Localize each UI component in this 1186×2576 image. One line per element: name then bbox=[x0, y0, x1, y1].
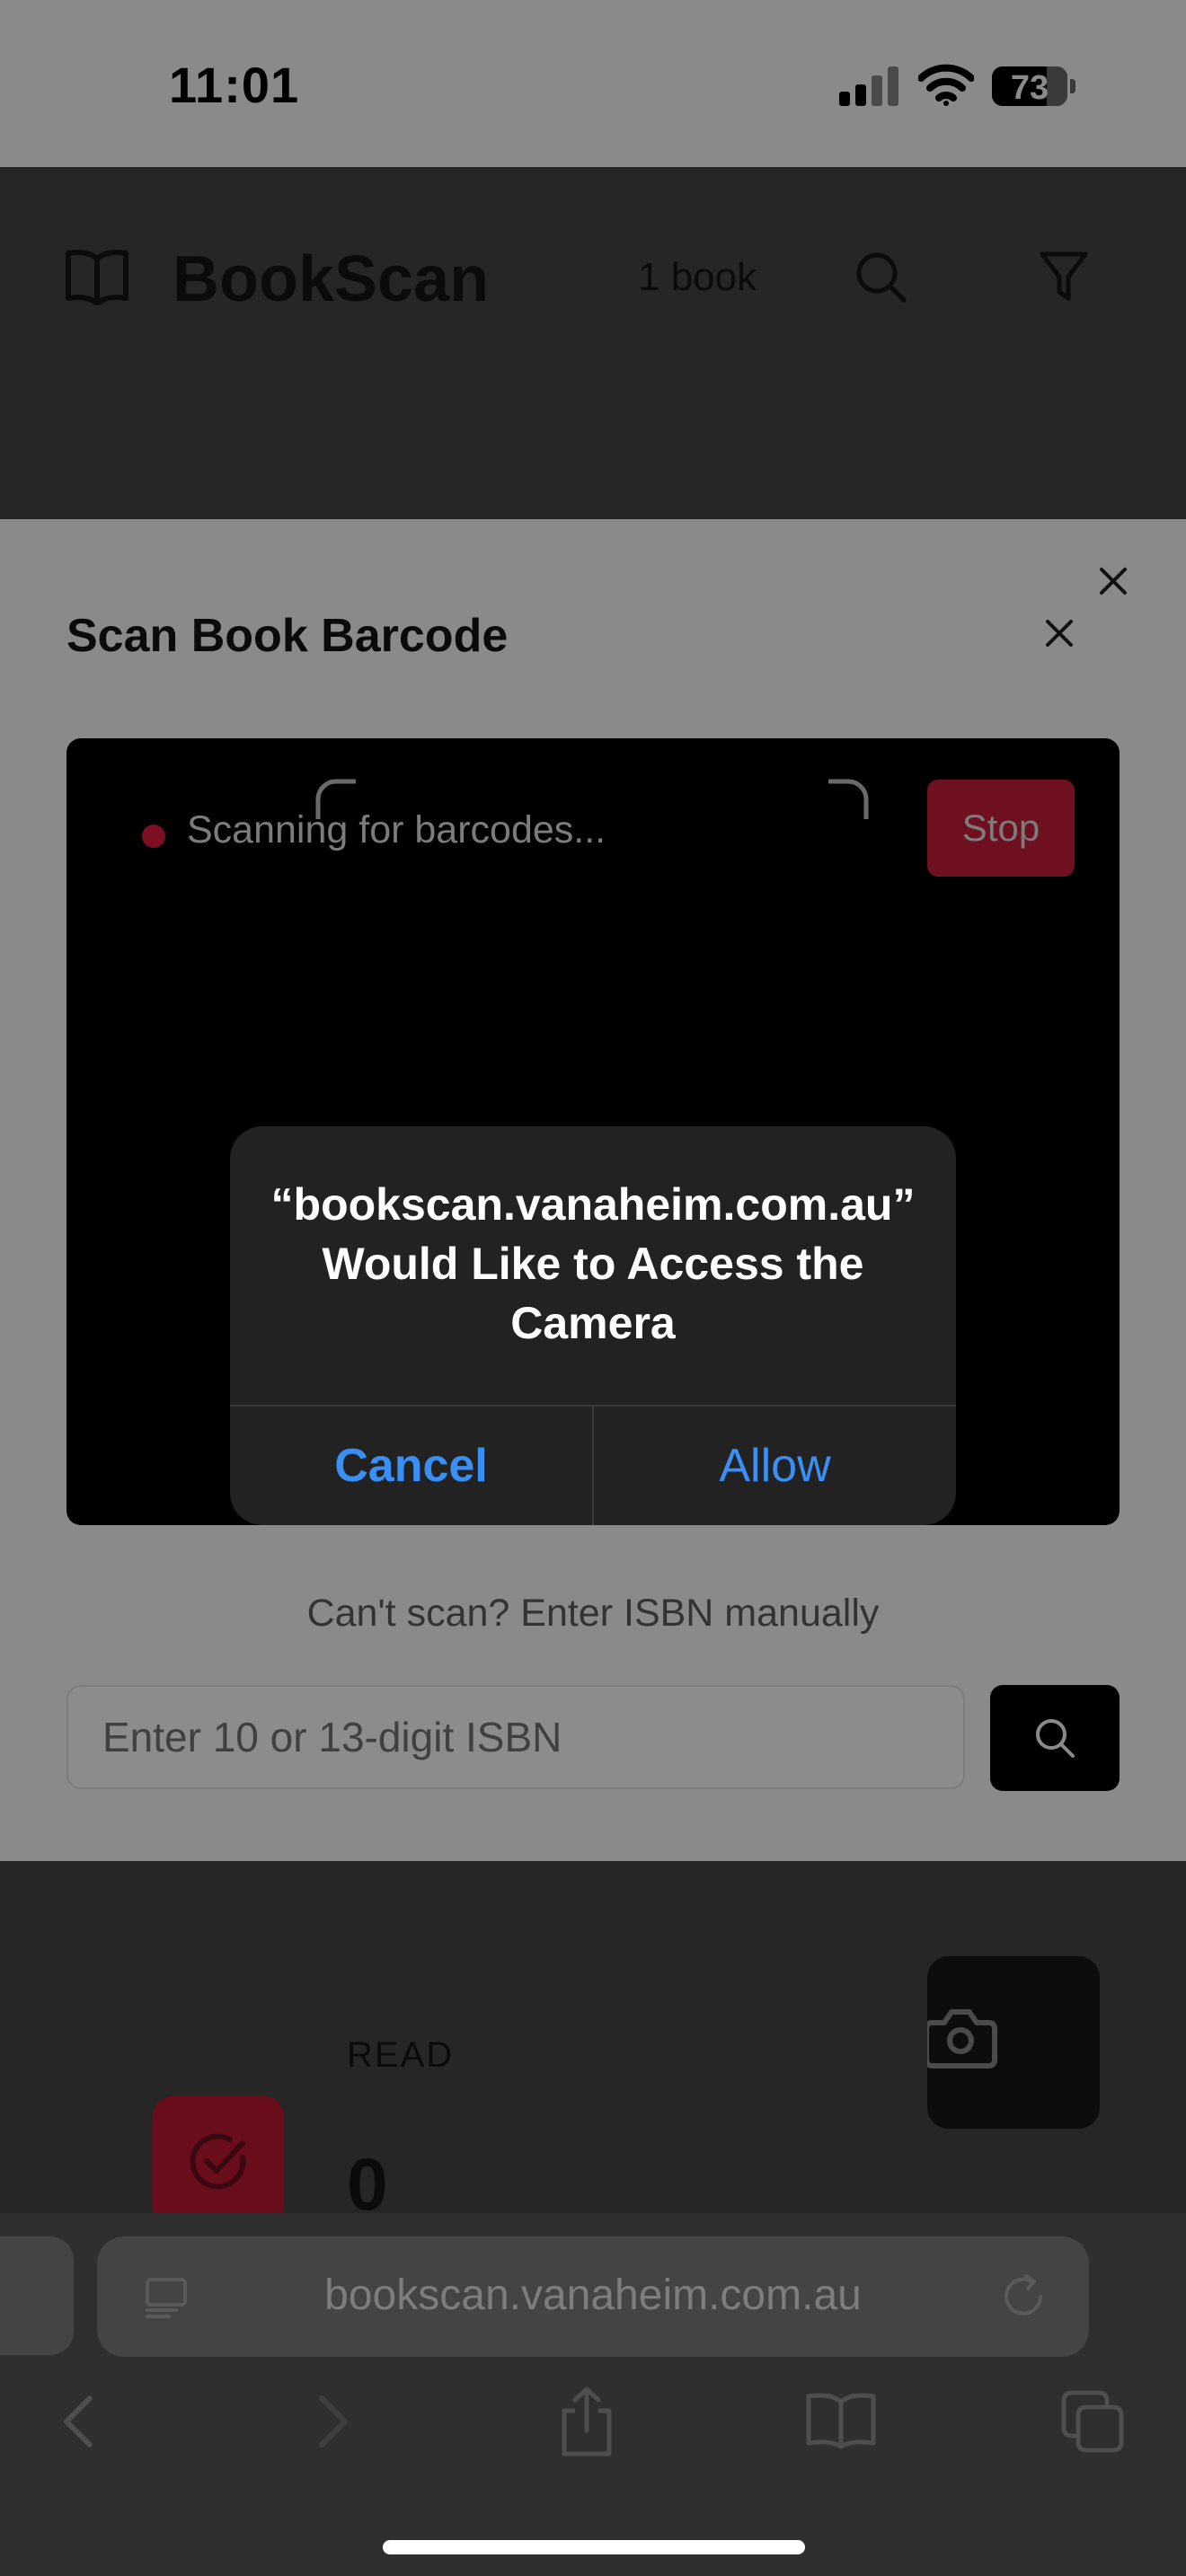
battery-body: 73 bbox=[992, 66, 1067, 106]
stats-section: READ 0 bbox=[0, 1861, 1186, 2228]
manual-entry-label: Can't scan? Enter ISBN manually bbox=[306, 1592, 880, 1635]
cellular-signal-icon bbox=[839, 66, 898, 106]
read-stat-label: READ bbox=[347, 2035, 455, 2075]
scan-frame-corner bbox=[828, 779, 869, 819]
bookmarks-icon[interactable] bbox=[805, 2391, 877, 2450]
browser-toolbar: bookscan.vanaheim.com.au bbox=[0, 2213, 1186, 2576]
alert-title: “bookscan.vanaheim.com.au” Would Like to… bbox=[270, 1179, 916, 1348]
address-text: bookscan.vanaheim.com.au bbox=[324, 2272, 862, 2319]
app-title: BookScan bbox=[173, 243, 490, 315]
status-bar: 11:01 73 bbox=[0, 0, 1186, 167]
cancel-button[interactable]: Cancel bbox=[230, 1407, 592, 1525]
status-time: 11:01 bbox=[169, 57, 300, 113]
share-icon[interactable] bbox=[557, 2386, 616, 2457]
close-icon[interactable] bbox=[1098, 566, 1128, 596]
filter-icon[interactable] bbox=[1039, 250, 1089, 304]
camera-icon bbox=[927, 2009, 997, 2069]
scanning-status: Scanning for barcodes... bbox=[187, 808, 606, 851]
battery-tip bbox=[1070, 79, 1075, 93]
scan-frame-corner bbox=[315, 779, 356, 819]
book-count: 1 book bbox=[638, 255, 757, 299]
app-header: BookScan 1 book bbox=[0, 167, 1186, 519]
home-indicator[interactable] bbox=[383, 2540, 805, 2554]
camera-button[interactable] bbox=[927, 1956, 1100, 2129]
battery-percent: 73 bbox=[1010, 69, 1049, 106]
wifi-icon bbox=[918, 64, 974, 106]
book-logo-icon bbox=[66, 250, 128, 305]
stop-button[interactable]: Stop bbox=[927, 780, 1075, 877]
reload-icon[interactable] bbox=[999, 2272, 1048, 2321]
battery-icon: 73 bbox=[992, 66, 1075, 106]
search-icon[interactable] bbox=[854, 250, 907, 304]
address-bar[interactable]: bookscan.vanaheim.com.au bbox=[97, 2236, 1089, 2357]
allow-button[interactable]: Allow bbox=[594, 1407, 956, 1525]
check-circle-icon bbox=[190, 2133, 246, 2190]
search-icon bbox=[1036, 1719, 1075, 1758]
forward-icon[interactable] bbox=[314, 2393, 354, 2450]
close-icon[interactable] bbox=[1044, 618, 1075, 648]
isbn-search-button[interactable] bbox=[990, 1685, 1120, 1791]
previous-tab-preview[interactable] bbox=[0, 2236, 74, 2355]
read-status-icon bbox=[153, 2096, 284, 2228]
isbn-input[interactable] bbox=[66, 1685, 965, 1789]
camera-permission-alert: “bookscan.vanaheim.com.au” Would Like to… bbox=[230, 1126, 956, 1525]
tabs-icon[interactable] bbox=[1060, 2389, 1125, 2454]
back-icon[interactable] bbox=[58, 2393, 97, 2450]
modal-title: Scan Book Barcode bbox=[66, 610, 509, 662]
recording-dot bbox=[142, 825, 165, 848]
